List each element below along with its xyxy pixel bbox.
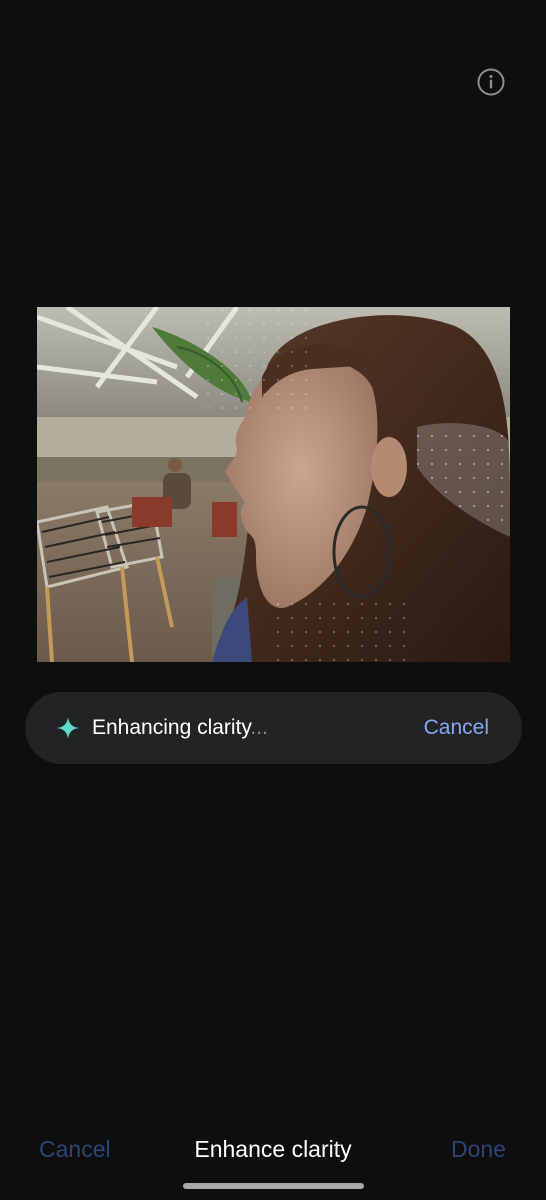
cancel-enhance-button[interactable]: Cancel <box>424 716 489 740</box>
info-icon[interactable] <box>476 67 506 97</box>
sparkle-icon <box>57 717 79 739</box>
enhancing-status-bar: Enhancing clarity... Cancel <box>25 692 522 764</box>
edited-photo <box>37 307 510 662</box>
done-button[interactable]: Done <box>451 1136 506 1162</box>
status-ellipsis: ... <box>250 716 268 739</box>
status-message: Enhancing clarity... <box>92 716 268 740</box>
bottom-action-bar: Cancel Enhance clarity Done <box>0 1128 546 1172</box>
status-label: Enhancing clarity <box>92 716 251 739</box>
home-indicator[interactable] <box>183 1183 364 1189</box>
